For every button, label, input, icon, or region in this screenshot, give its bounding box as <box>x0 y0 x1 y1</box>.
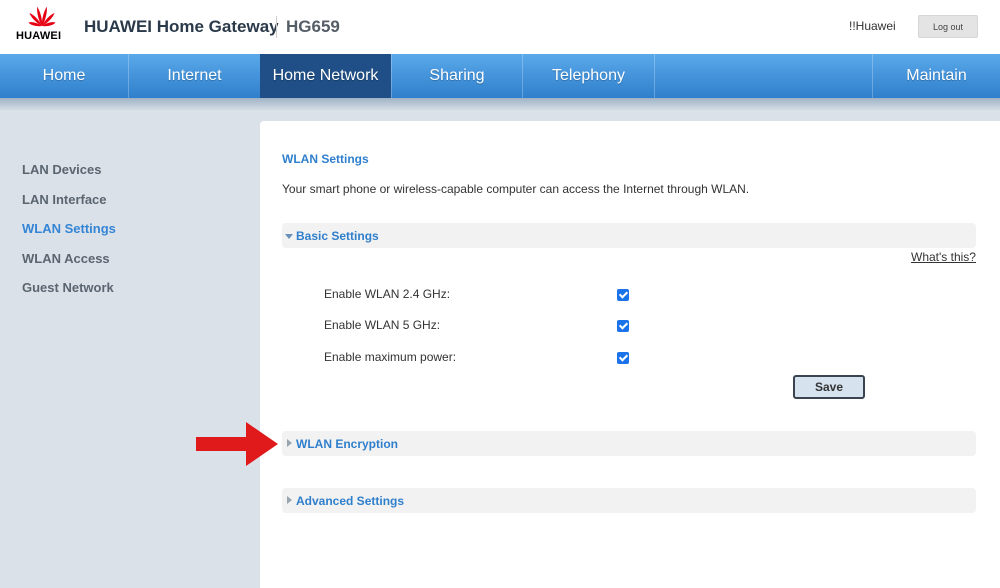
nav-item-home-network[interactable]: Home Network <box>260 54 391 98</box>
enable-max-power-label: Enable maximum power: <box>324 350 457 364</box>
huawei-logo-icon <box>28 6 56 27</box>
enable-wlan-5-checkbox[interactable] <box>617 320 629 332</box>
model-name: HG659 <box>286 17 340 36</box>
enable-wlan-24-label: Enable WLAN 2.4 GHz: <box>324 287 451 301</box>
brand-wordmark: HUAWEI <box>16 30 62 42</box>
sidebar-item-wlan-settings[interactable]: WLAN Settings <box>22 221 116 236</box>
logout-button[interactable]: Log out <box>918 15 978 38</box>
enable-wlan-5-label: Enable WLAN 5 GHz: <box>324 318 441 332</box>
red-arrow-annotation-icon <box>196 422 278 466</box>
advanced-settings-label: Advanced Settings <box>296 494 405 508</box>
basic-settings-header[interactable]: Basic Settings <box>282 223 976 248</box>
whats-this-link[interactable]: What's this? <box>911 250 976 264</box>
expand-triangle-icon <box>287 439 292 447</box>
nav-item-maintain[interactable]: Maintain <box>873 54 1000 98</box>
nav-item-sharing[interactable]: Sharing <box>392 54 522 98</box>
sidebar-item-wlan-access[interactable]: WLAN Access <box>22 251 110 266</box>
advanced-settings-header[interactable]: Advanced Settings <box>282 488 976 513</box>
sidebar-item-guest-network[interactable]: Guest Network <box>22 280 114 295</box>
collapse-triangle-icon <box>285 234 293 239</box>
header: HUAWEI HUAWEI Home Gateway HG659 !!Huawe… <box>0 0 1000 54</box>
enable-wlan-24-checkbox[interactable] <box>617 289 629 301</box>
nav-item-home[interactable]: Home <box>0 54 128 98</box>
save-button[interactable]: Save <box>793 375 865 399</box>
main-nav: Home Internet Home Network Sharing Telep… <box>0 54 1000 98</box>
page-description: Your smart phone or wireless-capable com… <box>282 182 750 196</box>
basic-settings-label: Basic Settings <box>296 229 379 243</box>
nav-item-internet[interactable]: Internet <box>129 54 260 98</box>
app-title: HUAWEI Home Gateway <box>84 17 279 36</box>
wlan-encryption-label: WLAN Encryption <box>296 437 398 451</box>
wlan-encryption-header[interactable]: WLAN Encryption <box>282 431 976 456</box>
sidebar-item-lan-interface[interactable]: LAN Interface <box>22 192 107 207</box>
expand-triangle-icon <box>287 496 292 504</box>
page-title: WLAN Settings <box>282 152 369 166</box>
nav-divider <box>654 54 655 98</box>
username-label: !!Huawei <box>849 19 896 33</box>
nav-shadow <box>0 98 1000 112</box>
main-content: WLAN Settings Your smart phone or wirele… <box>260 121 1000 588</box>
enable-max-power-checkbox[interactable] <box>617 352 629 364</box>
sidebar-item-lan-devices[interactable]: LAN Devices <box>22 162 101 177</box>
nav-item-telephony[interactable]: Telephony <box>523 54 654 98</box>
title-divider <box>276 16 277 38</box>
